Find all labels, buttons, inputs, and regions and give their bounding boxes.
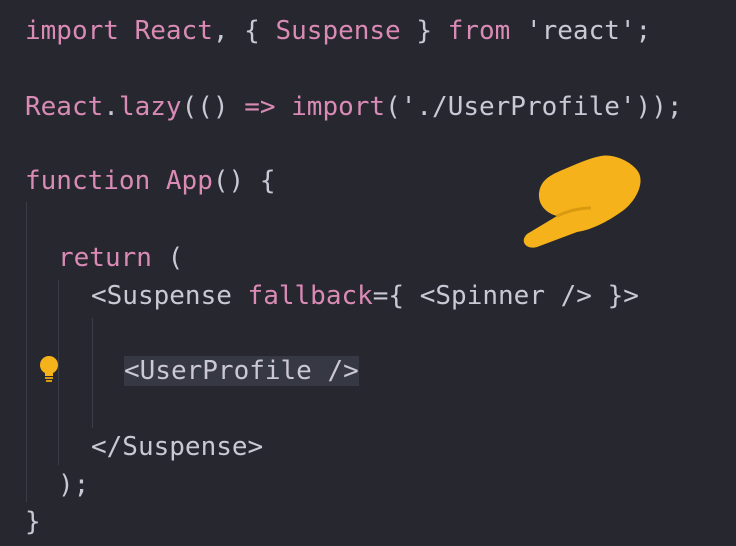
code-line-6[interactable]: <UserProfile /> — [124, 351, 359, 391]
code-line-3[interactable]: function App() { — [25, 161, 275, 201]
right-brace: } — [416, 16, 433, 46]
suspense-open-tag: <Suspense — [91, 281, 232, 311]
import-keyword: import — [25, 16, 119, 46]
code-editor[interactable]: import React, { Suspense } from 'react';… — [0, 0, 736, 546]
react-identifier: React — [134, 16, 213, 46]
return-keyword: return — [58, 243, 152, 273]
app-function-name: App — [165, 166, 213, 196]
code-line-4[interactable]: return ( — [58, 238, 183, 278]
import-paren: ( — [385, 92, 401, 122]
pointing-hand-icon — [523, 155, 641, 248]
module-string: 'react' — [525, 16, 636, 46]
fallback-attribute: fallback — [247, 281, 373, 311]
code-line-9[interactable]: } — [25, 502, 41, 542]
code-line-8[interactable]: ); — [58, 465, 89, 505]
closing-paren-semicolon: ); — [58, 470, 90, 500]
lazy-function: lazy — [118, 92, 182, 122]
closing-brace: } — [25, 507, 41, 537]
arrow-operator: => — [244, 92, 276, 122]
userprofile-tag-highlight[interactable]: <UserProfile /> — [124, 356, 359, 386]
left-brace: { — [244, 16, 260, 46]
react-identifier: React — [25, 92, 104, 122]
function-signature-rest: () { — [212, 166, 276, 196]
open-parens: (() — [181, 92, 229, 122]
path-string: './UserProfile' — [400, 92, 636, 122]
indent-guide — [92, 318, 93, 428]
suspense-close-tag: </Suspense> — [91, 432, 264, 462]
comma: , — [212, 16, 229, 46]
from-keyword: from — [447, 16, 511, 46]
semicolon: ; — [635, 16, 652, 46]
code-line-2[interactable]: React.lazy(() => import('./UserProfile')… — [25, 87, 683, 127]
close-parens: )); — [635, 92, 683, 122]
function-keyword: function — [25, 166, 151, 196]
import-function: import — [291, 92, 386, 122]
return-paren: ( — [167, 243, 184, 273]
code-line-5[interactable]: <Suspense fallback={ <Spinner /> }> — [91, 276, 639, 316]
indent-guide — [26, 202, 27, 502]
code-line-7[interactable]: </Suspense> — [91, 427, 263, 467]
fallback-value: ={ <Spinner /> }> — [372, 281, 639, 311]
suspense-identifier: Suspense — [275, 16, 401, 46]
dot: . — [103, 92, 119, 122]
lightbulb-icon[interactable] — [38, 355, 60, 383]
code-line-1[interactable]: import React, { Suspense } from 'react'; — [25, 11, 651, 51]
